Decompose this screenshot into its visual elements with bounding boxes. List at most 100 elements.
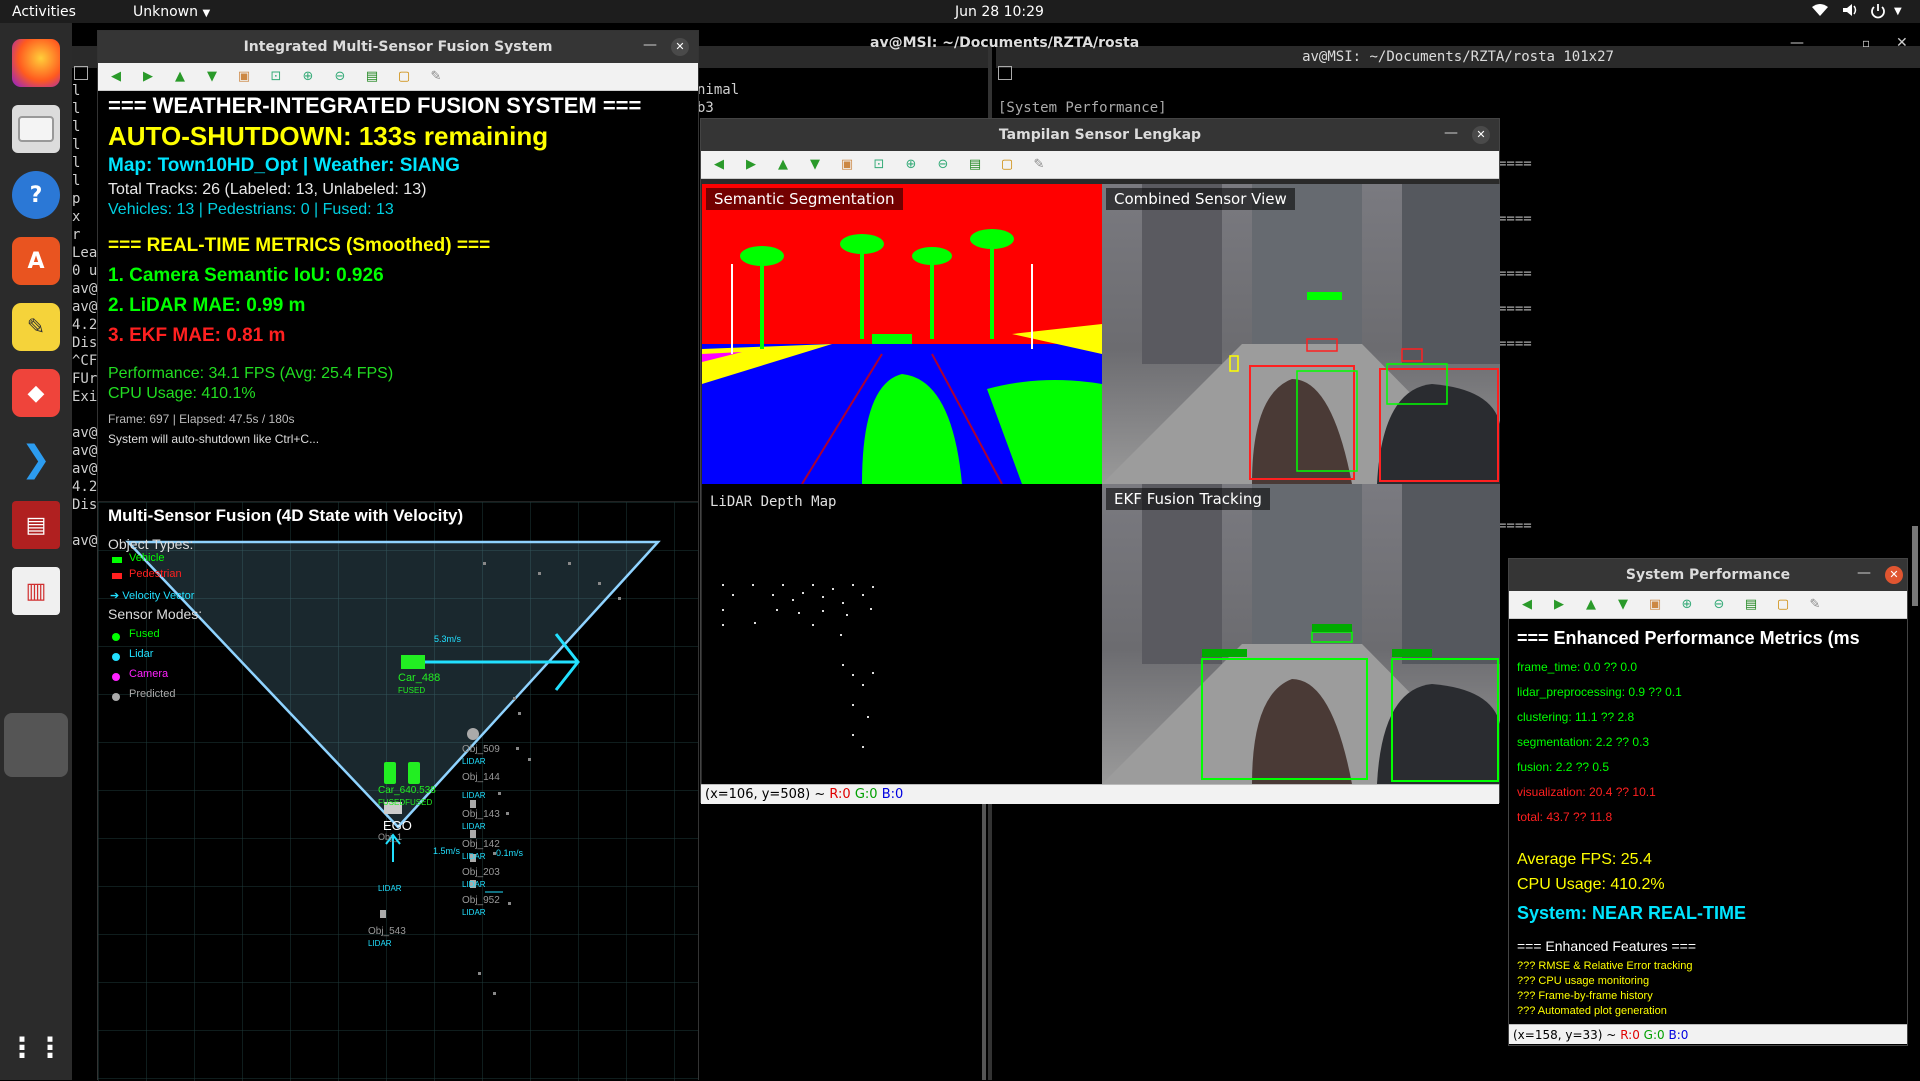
lidar-depth-image	[722, 584, 874, 748]
image-icon[interactable]: ▣	[236, 69, 252, 85]
zoom-in-icon[interactable]: ⊕	[1679, 597, 1695, 613]
terminal-minimize-icon[interactable]: —	[1790, 35, 1804, 51]
volume-icon[interactable]	[1842, 3, 1858, 21]
document-viewer-icon[interactable]: ▥	[12, 567, 60, 615]
arrow-up-icon[interactable]: ▲	[172, 69, 188, 85]
copy-icon[interactable]: ▢	[396, 69, 412, 85]
arrow-up-icon[interactable]: ▲	[1583, 597, 1599, 613]
terminal-line: Dis	[72, 335, 98, 351]
bev-canvas[interactable]: Multi-Sensor Fusion (4D State with Veloc…	[98, 501, 698, 1081]
power-icon[interactable]	[1870, 3, 1886, 23]
terminal-tab-icon[interactable]	[998, 66, 1012, 80]
copy-icon[interactable]: ▢	[1775, 597, 1791, 613]
help-icon[interactable]: ?	[12, 171, 60, 219]
perf-status-bar: (x=158, y=33) ~ R:0 G:0 B:0	[1509, 1024, 1907, 1044]
running-app-indicator[interactable]	[4, 713, 68, 777]
vscode-icon[interactable]: ❯	[12, 435, 60, 483]
obj-label: Obj_203	[462, 867, 500, 878]
zoom-out-icon[interactable]: ⊖	[1711, 597, 1727, 613]
zoom-region-icon[interactable]: ⊡	[871, 157, 887, 173]
minimize-icon[interactable]: —	[643, 37, 657, 53]
terminal-right-dash: ====	[1498, 518, 1532, 534]
fused-car-marker	[408, 762, 420, 784]
terminal-snippet: b3	[697, 100, 714, 116]
vehicle-legend-swatch	[112, 557, 122, 563]
system-menu-chevron-icon[interactable]: ▼	[1894, 6, 1902, 17]
features-header: === Enhanced Features ===	[1517, 938, 1697, 954]
arrow-up-icon[interactable]: ▲	[775, 157, 791, 173]
dock: ? A ✎ ◆ ❯ ▤ ▥ ⋮⋮	[0, 23, 72, 1080]
feature-item: ??? Automated plot generation	[1517, 1005, 1667, 1017]
arrow-left-icon[interactable]: ◀	[108, 69, 124, 85]
terminal-line: 4.2	[72, 317, 98, 333]
terminal-line: x	[72, 209, 81, 225]
arrow-down-icon[interactable]: ▼	[1615, 597, 1631, 613]
near-car-label: Car_640.538	[378, 785, 436, 796]
copy-icon[interactable]: ▢	[999, 157, 1015, 173]
properties-icon[interactable]: ✎	[1031, 157, 1047, 173]
zoom-out-icon[interactable]: ⊖	[935, 157, 951, 173]
clock[interactable]: Jun 28 10:29	[955, 4, 1044, 20]
car-488-tag: FUSED	[398, 686, 426, 695]
zoom-out-icon[interactable]: ⊖	[332, 69, 348, 85]
terminal-scrollbar[interactable]	[1912, 526, 1918, 606]
arrow-down-icon[interactable]: ▼	[807, 157, 823, 173]
app-menu[interactable]: Unknown ▼	[133, 4, 210, 20]
arrow-down-icon[interactable]: ▼	[204, 69, 220, 85]
close-icon[interactable]: ✕	[1885, 566, 1903, 584]
text-editor-icon[interactable]: ✎	[12, 303, 60, 351]
save-icon[interactable]: ▤	[364, 69, 380, 85]
obj-tag: LIDAR	[462, 880, 486, 889]
car-488-speed: 5.3m/s	[434, 634, 462, 644]
minimize-icon[interactable]: —	[1857, 565, 1871, 581]
combined-sensor-panel[interactable]: Combined Sensor View	[1102, 184, 1500, 484]
obj-label: Obj_952	[462, 895, 500, 906]
show-apps-icon[interactable]: ⋮⋮	[8, 1023, 64, 1071]
terminal-line: av@	[72, 533, 98, 549]
terminal-tab-icon[interactable]	[74, 66, 88, 80]
sensor-window[interactable]: Tampilan Sensor Lengkap — ✕ ◀ ▶ ▲ ▼ ▣ ⊡ …	[700, 118, 1500, 804]
panel-label: LiDAR Depth Map	[710, 494, 837, 510]
ekf-tracking-panel[interactable]: EKF Fusion Tracking	[1102, 484, 1500, 784]
system-monitor-icon[interactable]: ▤	[12, 501, 60, 549]
terminal-close-icon[interactable]: ✕	[1896, 35, 1908, 51]
minimize-icon[interactable]: —	[1444, 125, 1458, 141]
anydesk-icon[interactable]: ◆	[12, 369, 60, 417]
panel-label: Semantic Segmentation	[706, 188, 903, 210]
properties-icon[interactable]: ✎	[428, 69, 444, 85]
wifi-icon[interactable]	[1812, 3, 1828, 21]
zoom-in-icon[interactable]: ⊕	[300, 69, 316, 85]
terminal-line: l	[72, 119, 81, 135]
arrow-left-icon[interactable]: ◀	[711, 157, 727, 173]
app-center-icon[interactable]: A	[12, 237, 60, 285]
semantic-segmentation-panel[interactable]: Semantic Segmentation	[702, 184, 1102, 484]
cursor-position: (x=106, y=508) ~	[705, 787, 826, 802]
arrow-left-icon[interactable]: ◀	[1519, 597, 1535, 613]
perf-frame-time: frame_time: 0.0 ?? 0.0	[1517, 660, 1638, 674]
arrow-right-icon[interactable]: ▶	[1551, 597, 1567, 613]
files-icon[interactable]	[12, 105, 60, 153]
panel-label: Combined Sensor View	[1106, 188, 1295, 210]
perf-total: total: 43.7 ?? 11.8	[1517, 810, 1613, 824]
arrow-right-icon[interactable]: ▶	[140, 69, 156, 85]
zoom-in-icon[interactable]: ⊕	[903, 157, 919, 173]
activities-button[interactable]: Activities	[12, 4, 76, 20]
close-icon[interactable]: ✕	[1472, 126, 1490, 144]
fusion-window[interactable]: Integrated Multi-Sensor Fusion System — …	[97, 30, 699, 1081]
close-icon[interactable]: ✕	[671, 38, 689, 56]
image-icon[interactable]: ▣	[839, 157, 855, 173]
properties-icon[interactable]: ✎	[1807, 597, 1823, 613]
save-icon[interactable]: ▤	[1743, 597, 1759, 613]
save-icon[interactable]: ▤	[967, 157, 983, 173]
image-icon[interactable]: ▣	[1647, 597, 1663, 613]
performance-window[interactable]: System Performance — ✕ ◀ ▶ ▲ ▼ ▣ ⊕ ⊖ ▤ ▢…	[1508, 558, 1908, 1046]
arrow-right-icon[interactable]: ▶	[743, 157, 759, 173]
near-car-tag: FUSEDFUSED	[378, 798, 433, 807]
firefox-icon[interactable]	[12, 39, 60, 87]
lidar-depth-panel[interactable]: LiDAR Depth Map	[702, 484, 1102, 784]
zoom-region-icon[interactable]: ⊡	[268, 69, 284, 85]
ekf-tracking-image	[1102, 484, 1500, 784]
terminal-maximize-icon[interactable]: ▫	[1862, 36, 1870, 50]
sensor-status-bar: (x=106, y=508) ~ R:0 G:0 B:0	[701, 784, 1499, 804]
combined-sensor-image	[1102, 184, 1500, 484]
